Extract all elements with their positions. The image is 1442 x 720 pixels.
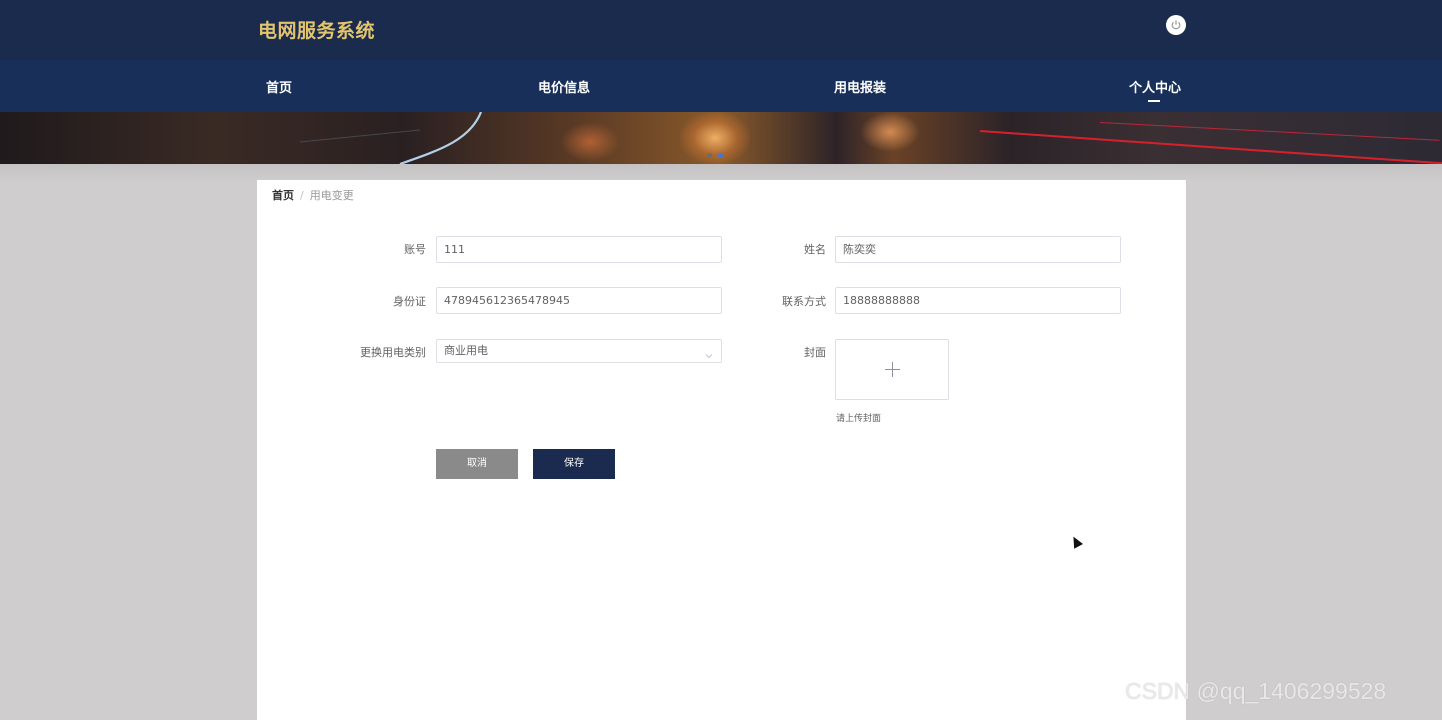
banner-carousel bbox=[0, 112, 1442, 164]
category-selected-value: 商业用电 bbox=[444, 344, 488, 357]
app-title: 电网服务系统 bbox=[258, 20, 376, 42]
nav-item-price-info[interactable]: 电价信息 bbox=[538, 77, 590, 96]
plus-icon bbox=[892, 362, 893, 377]
power-icon[interactable] bbox=[1166, 15, 1186, 35]
upload-hint: 请上传封面 bbox=[836, 414, 882, 424]
id-card-label: 身份证 bbox=[393, 295, 426, 308]
carousel-dot[interactable] bbox=[707, 153, 712, 158]
nav-active-indicator bbox=[1148, 100, 1160, 102]
phone-input[interactable]: 18888888888 bbox=[835, 287, 1121, 314]
carousel-dot-active[interactable] bbox=[718, 153, 723, 158]
id-card-input[interactable]: 478945612365478945 bbox=[436, 287, 722, 314]
account-input[interactable]: 111 bbox=[436, 236, 722, 263]
name-label: 姓名 bbox=[804, 243, 826, 256]
nav-item-personal-center[interactable]: 个人中心 bbox=[1129, 77, 1181, 96]
save-button[interactable]: 保存 bbox=[533, 449, 615, 479]
nav-item-installation[interactable]: 用电报装 bbox=[834, 77, 886, 96]
banner-light bbox=[560, 122, 620, 162]
nav-item-home[interactable]: 首页 bbox=[266, 77, 292, 96]
breadcrumb-separator: / bbox=[300, 189, 304, 202]
banner-light bbox=[860, 112, 920, 152]
content-panel: 首页 / 用电变更 账号 111 姓名 陈奕奕 身份证 47894561236547… bbox=[257, 180, 1186, 720]
cover-label: 封面 bbox=[804, 346, 826, 359]
chevron-down-icon bbox=[705, 346, 713, 368]
breadcrumb-home[interactable]: 首页 bbox=[272, 189, 294, 202]
carousel-indicators bbox=[707, 153, 723, 158]
cancel-button[interactable]: 取消 bbox=[436, 449, 518, 479]
account-label: 账号 bbox=[404, 243, 426, 256]
phone-label: 联系方式 bbox=[782, 295, 826, 308]
category-select[interactable]: 商业用电 bbox=[436, 339, 722, 363]
watermark: CSDN @qq_1406299528 bbox=[1125, 678, 1387, 704]
top-header: 电网服务系统 bbox=[0, 0, 1442, 60]
cover-upload-box[interactable] bbox=[835, 339, 949, 400]
breadcrumb-current: 用电变更 bbox=[309, 189, 354, 202]
name-input[interactable]: 陈奕奕 bbox=[835, 236, 1121, 263]
category-label: 更换用电类别 bbox=[360, 346, 426, 359]
breadcrumb: 首页 / 用电变更 bbox=[272, 187, 354, 203]
main-navbar: 首页 电价信息 用电报装 个人中心 bbox=[0, 60, 1442, 112]
